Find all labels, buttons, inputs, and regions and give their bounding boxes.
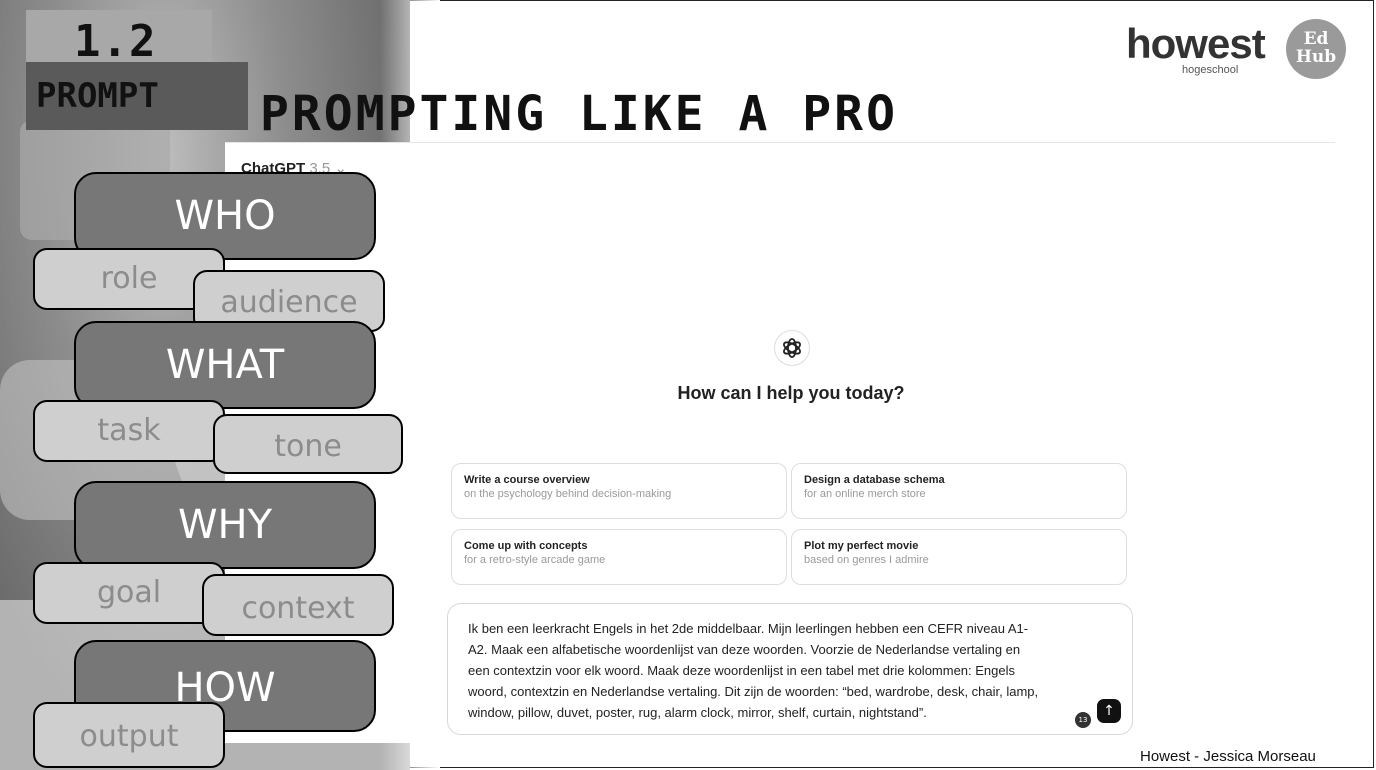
suggestion-card[interactable]: Plot my perfect movie based on genres I …	[791, 529, 1127, 585]
what-pill: WHAT	[74, 321, 376, 409]
arrow-up-icon: ↑	[1103, 703, 1115, 719]
message-input[interactable]: Ik ben een leerkracht Engels in het 2de …	[447, 603, 1133, 735]
suggestion-card[interactable]: Write a course overview on the psycholog…	[451, 463, 787, 519]
greeting-heading: How can I help you today?	[677, 383, 905, 403]
suggestion-card[interactable]: Design a database schema for an online m…	[791, 463, 1127, 519]
suggestion-card[interactable]: Come up with concepts for a retro-style …	[451, 529, 787, 585]
edhub-logo: Ed Hub	[1286, 19, 1346, 79]
context-pill: context	[202, 574, 394, 636]
tone-pill: tone	[213, 414, 403, 474]
openai-logo-icon	[774, 330, 810, 366]
send-button[interactable]: ↑	[1097, 699, 1121, 723]
output-pill: output	[33, 702, 225, 768]
footer-credit: Howest - Jessica Morseau	[1140, 748, 1316, 765]
section-label: PROMPT	[26, 62, 248, 130]
character-count-badge: 13	[1075, 712, 1091, 728]
who-pill: WHO	[74, 172, 376, 260]
task-pill: task	[33, 400, 225, 462]
slide-title: PROMPTING LIKE A PRO	[260, 86, 898, 142]
why-pill: WHY	[74, 481, 376, 569]
goal-pill: goal	[33, 562, 225, 624]
howest-logo: howest hogeschool	[1126, 20, 1266, 76]
